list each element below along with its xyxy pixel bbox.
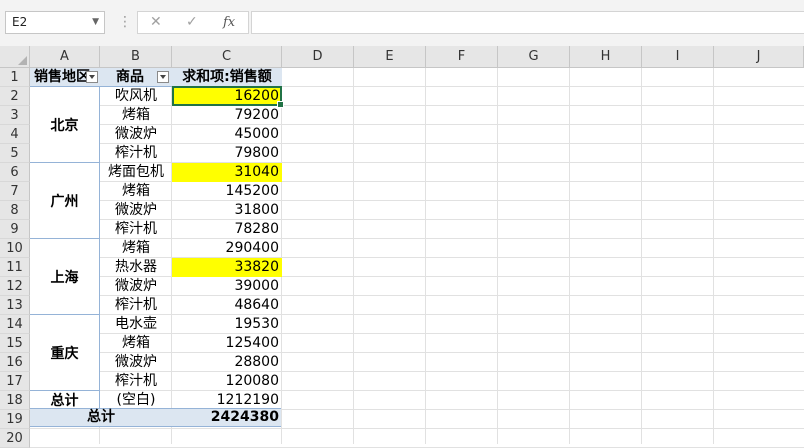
column-header-E[interactable]: E — [354, 46, 426, 68]
enter-icon[interactable]: ✓ — [186, 12, 198, 33]
chevron-down-icon[interactable]: ▼ — [92, 12, 99, 33]
filter-dropdown-icon[interactable] — [157, 71, 169, 83]
column-header-H[interactable]: H — [570, 46, 642, 68]
column-header-G[interactable]: G — [498, 46, 570, 68]
sales-value-cell[interactable]: 28800 — [172, 353, 282, 372]
region-cell[interactable]: 重庆 — [30, 315, 100, 391]
name-box[interactable]: E2 ▼ — [5, 11, 105, 34]
grand-total-label[interactable]: 总计 — [30, 408, 172, 427]
row-header-19[interactable]: 19 — [0, 410, 30, 429]
sales-value-cell[interactable]: 39000 — [172, 277, 282, 296]
product-cell[interactable]: 烤面包机 — [100, 163, 172, 182]
name-box-value: E2 — [12, 15, 28, 29]
column-header-J[interactable]: J — [714, 46, 804, 68]
row-header-1[interactable]: 1 — [0, 68, 30, 87]
product-cell[interactable]: 榨汁机 — [100, 144, 172, 163]
row-header-9[interactable]: 9 — [0, 220, 30, 239]
row-header-16[interactable]: 16 — [0, 353, 30, 372]
product-cell[interactable]: 烤箱 — [100, 334, 172, 353]
sales-value-cell[interactable]: 79200 — [172, 106, 282, 125]
row-header-5[interactable]: 5 — [0, 144, 30, 163]
product-cell[interactable]: 榨汁机 — [100, 220, 172, 239]
formula-bar: E2 ▼ ⋮ ✕ ✓ fx — [0, 0, 804, 46]
row-header-14[interactable]: 14 — [0, 315, 30, 334]
sales-value-cell[interactable]: 290400 — [172, 239, 282, 258]
gridline — [569, 68, 570, 444]
region-cell[interactable]: 上海 — [30, 239, 100, 315]
row-header-15[interactable]: 15 — [0, 334, 30, 353]
product-cell[interactable]: 榨汁机 — [100, 372, 172, 391]
sales-value-cell[interactable]: 31800 — [172, 201, 282, 220]
product-cell[interactable]: 微波炉 — [100, 277, 172, 296]
sales-value-cell[interactable]: 79800 — [172, 144, 282, 163]
row-header-3[interactable]: 3 — [0, 106, 30, 125]
sales-value-cell[interactable]: 145200 — [172, 182, 282, 201]
row-header-12[interactable]: 12 — [0, 277, 30, 296]
sales-value-cell[interactable]: 45000 — [172, 125, 282, 144]
select-all-corner[interactable] — [0, 46, 30, 68]
column-header-A[interactable]: A — [30, 46, 100, 68]
row-header-2[interactable]: 2 — [0, 87, 30, 106]
row-header-11[interactable]: 11 — [0, 258, 30, 277]
product-cell[interactable]: 烤箱 — [100, 239, 172, 258]
column-header-B[interactable]: B — [100, 46, 172, 68]
row-header-13[interactable]: 13 — [0, 296, 30, 315]
sales-value-cell[interactable]: 78280 — [172, 220, 282, 239]
row-header-20[interactable]: 20 — [0, 429, 30, 448]
sales-value-cell[interactable]: 125400 — [172, 334, 282, 353]
column-header-C[interactable]: C — [172, 46, 282, 68]
row-header-18[interactable]: 18 — [0, 391, 30, 410]
product-cell[interactable]: 微波炉 — [100, 125, 172, 144]
gridline — [641, 68, 642, 444]
insert-function-icon[interactable]: fx — [223, 12, 235, 33]
sales-value-cell[interactable]: 19530 — [172, 315, 282, 334]
column-header-F[interactable]: F — [426, 46, 498, 68]
row-header-17[interactable]: 17 — [0, 372, 30, 391]
formula-input[interactable] — [251, 11, 804, 34]
sales-value-cell[interactable]: 16200 — [172, 87, 282, 106]
gridline — [30, 428, 804, 429]
pivot-header-sum[interactable]: 求和项:销售额 — [172, 68, 282, 87]
row-header-4[interactable]: 4 — [0, 125, 30, 144]
region-cell[interactable]: 北京 — [30, 87, 100, 163]
product-cell[interactable]: 吹风机 — [100, 87, 172, 106]
filter-dropdown-icon[interactable] — [86, 71, 98, 83]
product-cell[interactable]: 榨汁机 — [100, 296, 172, 315]
cancel-icon[interactable]: ✕ — [150, 12, 162, 33]
product-cell[interactable]: 热水器 — [100, 258, 172, 277]
sales-value-cell[interactable]: 48640 — [172, 296, 282, 315]
sales-value-cell[interactable]: 120080 — [172, 372, 282, 391]
gridline — [425, 68, 426, 444]
product-cell[interactable]: 微波炉 — [100, 353, 172, 372]
row-header-8[interactable]: 8 — [0, 201, 30, 220]
column-header-D[interactable]: D — [282, 46, 354, 68]
formula-buttons: ✕ ✓ fx — [137, 11, 249, 34]
row-header-10[interactable]: 10 — [0, 239, 30, 258]
column-header-I[interactable]: I — [642, 46, 714, 68]
grand-total-value[interactable]: 2424380 — [172, 408, 282, 427]
product-cell[interactable]: 烤箱 — [100, 182, 172, 201]
gridline — [713, 68, 714, 444]
region-cell[interactable]: 广州 — [30, 163, 100, 239]
gridline — [497, 68, 498, 444]
more-options-icon: ⋮ — [118, 14, 132, 30]
product-cell[interactable]: 电水壶 — [100, 315, 172, 334]
sales-value-cell[interactable]: 33820 — [172, 258, 282, 277]
product-cell[interactable]: 烤箱 — [100, 106, 172, 125]
row-header-7[interactable]: 7 — [0, 182, 30, 201]
gridline — [353, 68, 354, 444]
row-header-6[interactable]: 6 — [0, 163, 30, 182]
product-cell[interactable]: 微波炉 — [100, 201, 172, 220]
sales-value-cell[interactable]: 31040 — [172, 163, 282, 182]
